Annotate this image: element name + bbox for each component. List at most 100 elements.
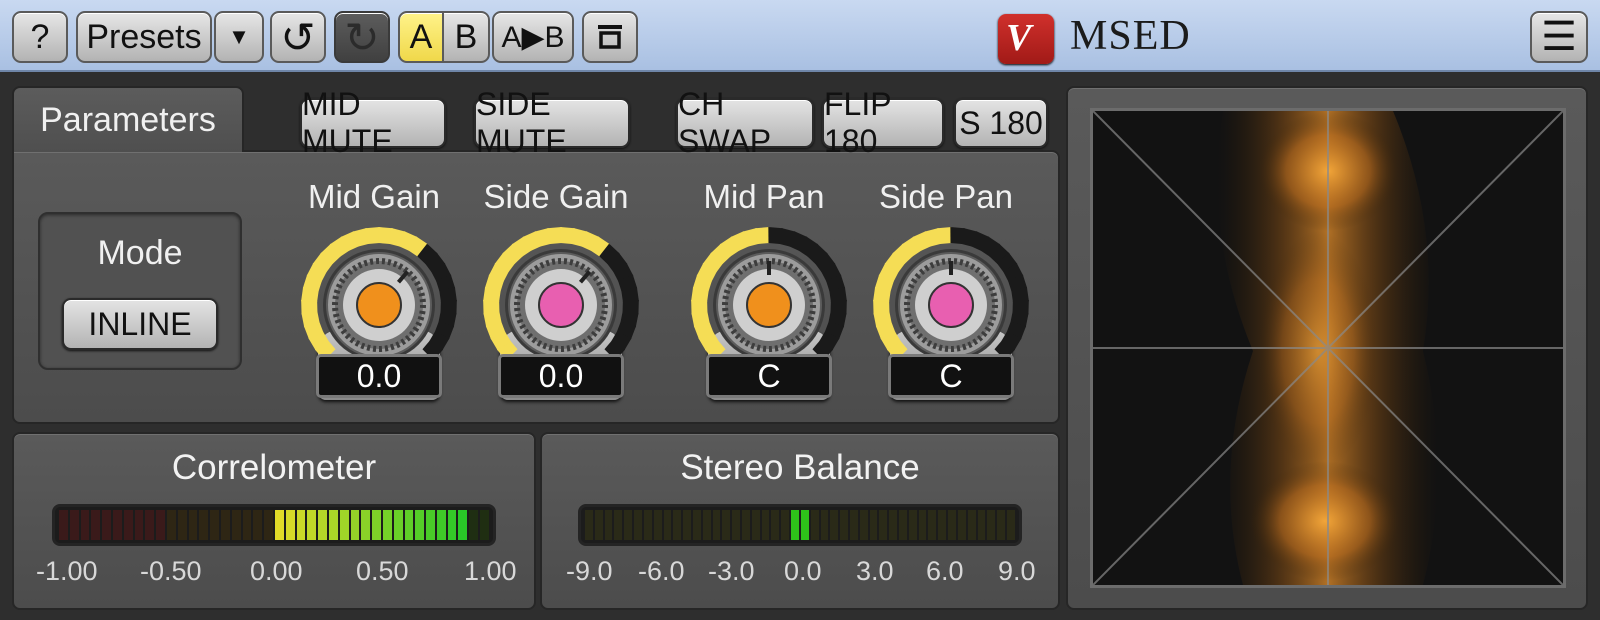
side-pan-label: Side Pan bbox=[879, 178, 1013, 215]
correlometer-scale-label: 0.50 bbox=[356, 556, 409, 586]
stereo-balance-segment bbox=[928, 510, 937, 540]
copy-a-to-b-button[interactable]: A▶B bbox=[492, 11, 574, 63]
correlometer-scale-label: -1.00 bbox=[36, 556, 98, 586]
stereo-balance-segment bbox=[889, 510, 897, 540]
correlometer-segment bbox=[361, 510, 371, 540]
stereo-balance-segment bbox=[840, 510, 848, 540]
knob-center-cap bbox=[356, 282, 402, 328]
presets-button[interactable]: Presets bbox=[76, 11, 212, 63]
tab-parameters[interactable]: Parameters bbox=[12, 86, 244, 152]
presets-dropdown-icon[interactable]: ▼ bbox=[214, 11, 264, 63]
stereo-balance-segment bbox=[957, 510, 966, 540]
stereo-balance-segment bbox=[624, 510, 633, 540]
correlometer-segment bbox=[156, 510, 165, 540]
knob-center-cap bbox=[746, 282, 792, 328]
stereo-balance-segment bbox=[948, 510, 956, 540]
stereo-balance-segment bbox=[918, 510, 927, 540]
product-title: MSED bbox=[1070, 13, 1191, 59]
correlometer-segment bbox=[415, 510, 425, 540]
stereo-balance-segment bbox=[692, 510, 701, 540]
stereo-balance-scale-label: 6.0 bbox=[926, 556, 964, 586]
correlometer-segment bbox=[166, 510, 176, 540]
stereo-balance-segment bbox=[899, 510, 907, 540]
mid-gain-label: Mid Gain bbox=[307, 178, 441, 215]
correlometer-segment bbox=[458, 510, 468, 540]
mode-inline-button[interactable]: INLINE bbox=[62, 298, 218, 350]
stereo-balance-segment bbox=[712, 510, 721, 540]
correlometer-segment bbox=[328, 510, 338, 540]
mid-gain-value[interactable]: 0.0 bbox=[316, 354, 442, 398]
side-gain-value[interactable]: 0.0 bbox=[498, 354, 624, 398]
redo-icon[interactable]: ↻ bbox=[334, 11, 390, 63]
correlometer-segment bbox=[436, 510, 446, 540]
correlometer-segment bbox=[102, 510, 111, 540]
correlometer-segment bbox=[350, 510, 360, 540]
stereo-balance-segment bbox=[702, 510, 711, 540]
correlometer-scale-label: -0.50 bbox=[140, 556, 202, 586]
stereo-balance-segment bbox=[938, 510, 947, 540]
correlometer-segment bbox=[307, 510, 317, 540]
stereo-balance-segment bbox=[977, 510, 986, 540]
correlometer-segment bbox=[372, 510, 381, 540]
stereo-balance-segment bbox=[634, 510, 642, 540]
correlometer-segment bbox=[242, 510, 252, 540]
stereo-balance-segment bbox=[997, 510, 1005, 540]
stereo-balance-segment bbox=[791, 510, 799, 540]
correlometer-segment bbox=[80, 510, 90, 540]
preset-b-button[interactable]: B bbox=[444, 11, 490, 63]
stereo-balance-segment bbox=[849, 510, 858, 540]
vectorscope-display bbox=[1090, 108, 1566, 588]
correlometer-segment bbox=[112, 510, 122, 540]
stereo-balance-segment bbox=[683, 510, 691, 540]
window-icon[interactable] bbox=[582, 11, 638, 63]
correlometer-segment bbox=[123, 510, 133, 540]
menu-icon[interactable]: ☰ bbox=[1530, 11, 1588, 63]
mid-pan-value[interactable]: C bbox=[706, 354, 832, 398]
correlometer-segment bbox=[199, 510, 209, 540]
brand-logo: V bbox=[998, 14, 1054, 64]
stereo-balance-segment bbox=[820, 510, 829, 540]
knob-center-cap bbox=[928, 282, 974, 328]
ch-swap-button[interactable]: CH SWAP bbox=[676, 86, 814, 159]
correlometer-segment bbox=[264, 510, 273, 540]
stereo-balance-segment bbox=[643, 510, 652, 540]
s-180-button[interactable]: S 180 bbox=[954, 98, 1048, 148]
help-button[interactable]: ? bbox=[12, 11, 68, 63]
correlometer-segment bbox=[296, 510, 306, 540]
stereo-balance-segment bbox=[1006, 510, 1015, 540]
side-pan-value[interactable]: C bbox=[888, 354, 1014, 398]
stereo-balance-segment bbox=[742, 510, 750, 540]
correlometer-segment bbox=[59, 510, 68, 540]
knob-segment bbox=[691, 299, 708, 315]
correlometer-segment bbox=[145, 510, 155, 540]
toolbar: ? Presets ▼ ↺ ↻ A B A▶B V MSED ☰ bbox=[0, 0, 1600, 72]
correlometer-meter bbox=[52, 504, 496, 546]
correlometer-scale-label: 0.00 bbox=[250, 556, 303, 586]
preset-a-button[interactable]: A bbox=[398, 11, 444, 63]
flip-180-button[interactable]: FLIP 180 bbox=[822, 86, 944, 159]
mid-pan-label: Mid Pan bbox=[703, 178, 825, 215]
stereo-balance-scale-label: 0.0 bbox=[784, 556, 822, 586]
stereo-balance-segment bbox=[830, 510, 839, 540]
correlometer-segment bbox=[231, 510, 241, 540]
stereo-balance-segment bbox=[869, 510, 878, 540]
correlometer-segment bbox=[253, 510, 263, 540]
side-gain-label: Side Gain bbox=[483, 178, 629, 215]
ab-compare-group: A B A▶B bbox=[398, 11, 574, 63]
correlometer-segment bbox=[285, 510, 295, 540]
stereo-balance-segment bbox=[653, 510, 662, 540]
correlometer-segment bbox=[220, 510, 230, 540]
stereo-balance-title: Stereo Balance bbox=[680, 448, 920, 487]
stereo-balance-segment bbox=[987, 510, 996, 540]
stereo-balance-scale-label: -9.0 bbox=[566, 556, 613, 586]
stereo-balance-scale-label: 3.0 bbox=[856, 556, 894, 586]
knob-segment bbox=[873, 299, 890, 315]
stereo-balance-segment bbox=[604, 510, 613, 540]
undo-icon[interactable]: ↺ bbox=[270, 11, 326, 63]
correlometer-segment bbox=[393, 510, 403, 540]
mid-mute-button[interactable]: MID MUTE bbox=[300, 86, 446, 159]
correlometer-segment bbox=[69, 510, 79, 540]
side-mute-button[interactable]: SIDE MUTE bbox=[474, 86, 630, 159]
stereo-balance-segment bbox=[879, 510, 888, 540]
stereo-balance-segment bbox=[673, 510, 682, 540]
